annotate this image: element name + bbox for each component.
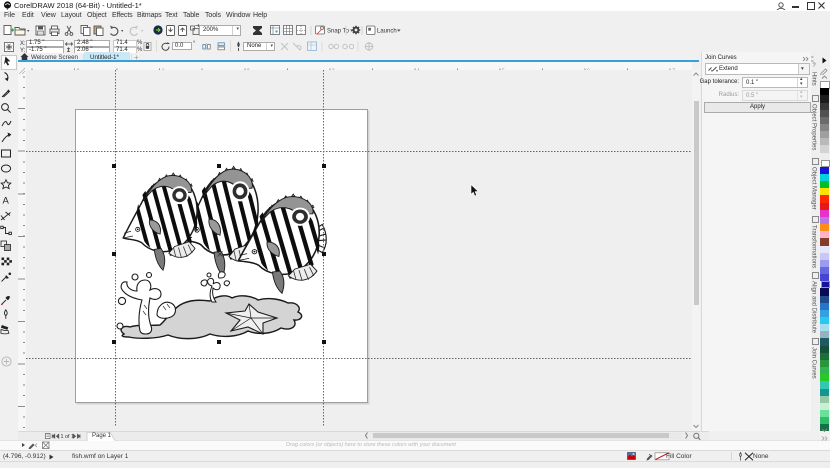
svg-text:Launch: Launch bbox=[377, 29, 397, 35]
svg-text:1 of 1: 1 of 1 bbox=[61, 434, 75, 440]
svg-text:A: A bbox=[3, 196, 10, 207]
